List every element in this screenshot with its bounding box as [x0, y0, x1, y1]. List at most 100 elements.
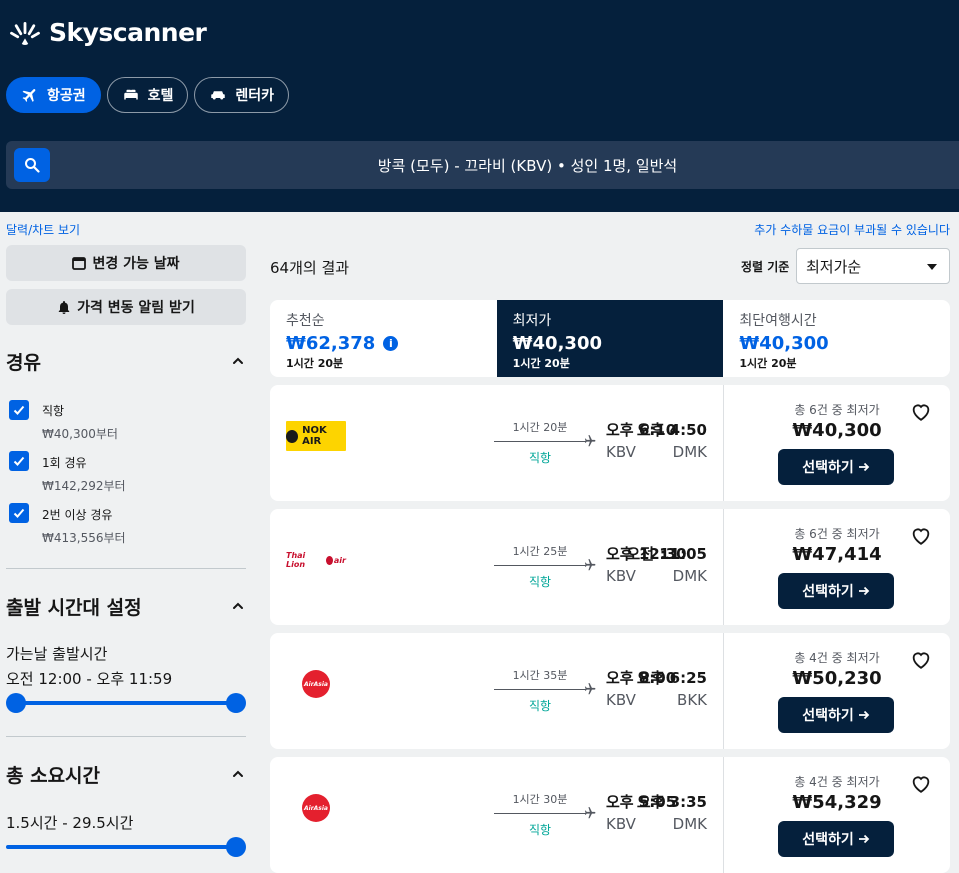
flight-price: ₩50,230 [792, 668, 882, 689]
departure-airport: DMK [672, 815, 707, 833]
stops-one-price: ₩142,292부터 [42, 479, 126, 493]
arrival-time: 오후 6:10 [606, 421, 677, 439]
caret-down-icon [927, 264, 937, 270]
baggage-fees-link[interactable]: 추가 수하물 요금이 부과될 수 있습니다 [754, 221, 950, 238]
plane-icon [584, 435, 596, 447]
skyscanner-logo[interactable]: Skyscanner [7, 17, 207, 47]
select-button[interactable]: 선택하기 [778, 573, 894, 609]
route-line [494, 689, 586, 690]
duration-slider-handle[interactable] [226, 837, 246, 857]
heart-icon[interactable] [910, 401, 932, 423]
calendar-link[interactable]: 달력/차트 보기 [6, 221, 80, 238]
select-button[interactable]: 선택하기 [778, 821, 894, 857]
duration-range: 1.5시간 - 29.5시간 [6, 814, 134, 832]
flight-card[interactable]: AirAsia 오후 3:35 DMK 1시간 30분 직항 오후 5:05 K… [270, 757, 950, 873]
chevron-up-icon[interactable] [231, 599, 245, 613]
nok-air-logo: NOK AIR [286, 421, 346, 451]
departure-time-label: 가는날 출발시간 [6, 645, 108, 663]
select-button-label: 선택하기 [802, 832, 854, 848]
stops-two-plus-checkbox[interactable] [9, 503, 29, 523]
tab-cars[interactable]: 렌터카 [194, 77, 290, 113]
duration-slider-track[interactable] [6, 845, 237, 849]
heart-icon[interactable] [910, 773, 932, 795]
route-line [494, 441, 586, 442]
tab-fastest-name: 최단여행시간 [739, 313, 817, 329]
tab-cheapest[interactable]: 최저가 ₩40,300 1시간 20분 [496, 300, 724, 377]
chevron-up-icon[interactable] [231, 354, 245, 368]
select-button[interactable]: 선택하기 [778, 449, 894, 485]
duration-title: 총 소요시간 [6, 765, 101, 787]
bell-icon [58, 301, 70, 314]
arrow-right-icon [858, 462, 870, 472]
car-icon [211, 91, 226, 100]
stops-direct-checkbox[interactable] [9, 400, 29, 420]
route-line [494, 813, 586, 814]
stops-info: 직항 [528, 451, 552, 465]
airasia-logo: AirAsia [286, 669, 346, 699]
heart-icon[interactable] [910, 649, 932, 671]
tab-best-price: ₩62,378 [286, 333, 376, 354]
check-icon [13, 508, 25, 518]
tab-best[interactable]: 추천순 ₩62,378 i 1시간 20분 [270, 300, 497, 377]
plane-icon [22, 89, 36, 102]
heart-icon[interactable] [910, 525, 932, 547]
sidebar-divider [6, 568, 246, 569]
plane-icon [584, 559, 596, 571]
plane-icon [584, 807, 596, 819]
stops-title: 경유 [6, 352, 41, 374]
search-summary-bar[interactable]: 방콕 (모두) - 끄라비 (KBV) • 성인 1명, 일반석 [6, 141, 959, 189]
sort-tabs: 추천순 ₩62,378 i 1시간 20분 최저가 ₩40,300 1시간 20분… [270, 300, 950, 377]
flight-card[interactable]: AirAsia 오후 6:25 BKK 1시간 35분 직항 오후 8:00 K… [270, 633, 950, 749]
chevron-up-icon[interactable] [231, 767, 245, 781]
select-button[interactable]: 선택하기 [778, 697, 894, 733]
tab-fastest[interactable]: 최단여행시간 ₩40,300 1시간 20분 [723, 300, 950, 377]
flight-card[interactable]: Thai Lion air 오전 11:05 DMK 1시간 25분 직항 오후… [270, 509, 950, 625]
info-icon[interactable]: i [383, 336, 399, 351]
stops-direct-label: 직항 [42, 404, 65, 418]
select-button-label: 선택하기 [802, 460, 854, 476]
airasia-logo-text: AirAsia [302, 670, 330, 698]
thai-lion-air-logo-text-2: air [333, 555, 346, 565]
check-icon [13, 405, 25, 415]
flight-card[interactable]: NOK AIR 오후 4:50 DMK 1시간 20분 직항 오후 6:10 K… [270, 385, 950, 501]
departure-slider-track[interactable] [15, 701, 237, 705]
tab-hotels[interactable]: 호텔 [106, 77, 189, 113]
airasia-logo-text: AirAsia [302, 794, 330, 822]
flexible-dates-button[interactable]: 변경 가능 날짜 [6, 245, 246, 281]
tab-hotels-label: 호텔 [147, 88, 174, 104]
tab-best-duration: 1시간 20분 [286, 357, 344, 370]
departure-slider-max-handle[interactable] [226, 693, 246, 713]
tab-cars-label: 렌터카 [235, 88, 275, 104]
arrow-right-icon [858, 834, 870, 844]
tab-flights[interactable]: 항공권 [6, 77, 101, 113]
tab-cheapest-price: ₩40,300 [512, 333, 602, 354]
select-button-label: 선택하기 [802, 708, 854, 724]
stops-two-plus-label: 2번 이상 경유 [42, 508, 113, 522]
stops-info: 직항 [528, 823, 552, 837]
sort-select-value: 최저가순 [806, 257, 862, 276]
departure-slider-min-handle[interactable] [6, 693, 26, 713]
arrival-time: 오후 5:05 [606, 793, 677, 811]
arrival-airport: KBV [606, 691, 636, 709]
stops-info: 직항 [528, 575, 552, 589]
tab-cheapest-name: 최저가 [512, 313, 552, 329]
stops-two-plus-price: ₩413,556부터 [42, 531, 126, 545]
flight-duration: 1시간 20분 [512, 421, 568, 434]
flight-price: ₩54,329 [792, 792, 882, 813]
nok-air-logo-text: NOK AIR [302, 425, 327, 447]
departure-airport: BKK [677, 691, 707, 709]
sunrise-icon [10, 22, 40, 45]
airasia-logo: AirAsia [286, 793, 346, 823]
tab-cheapest-duration: 1시간 20분 [512, 357, 570, 370]
bed-icon [123, 89, 138, 100]
thai-lion-air-logo-text: Thai Lion [286, 551, 306, 569]
sort-select[interactable]: 최저가순 [796, 248, 950, 284]
price-alert-button[interactable]: 가격 변동 알림 받기 [6, 289, 246, 325]
calendar-icon [72, 257, 87, 270]
stops-info: 직항 [528, 699, 552, 713]
stops-one-checkbox[interactable] [9, 451, 29, 471]
tab-fastest-duration: 1시간 20분 [739, 357, 797, 370]
departure-airport: DMK [672, 443, 707, 461]
stops-direct-price: ₩40,300부터 [42, 427, 118, 441]
flight-duration: 1시간 35분 [512, 669, 568, 682]
